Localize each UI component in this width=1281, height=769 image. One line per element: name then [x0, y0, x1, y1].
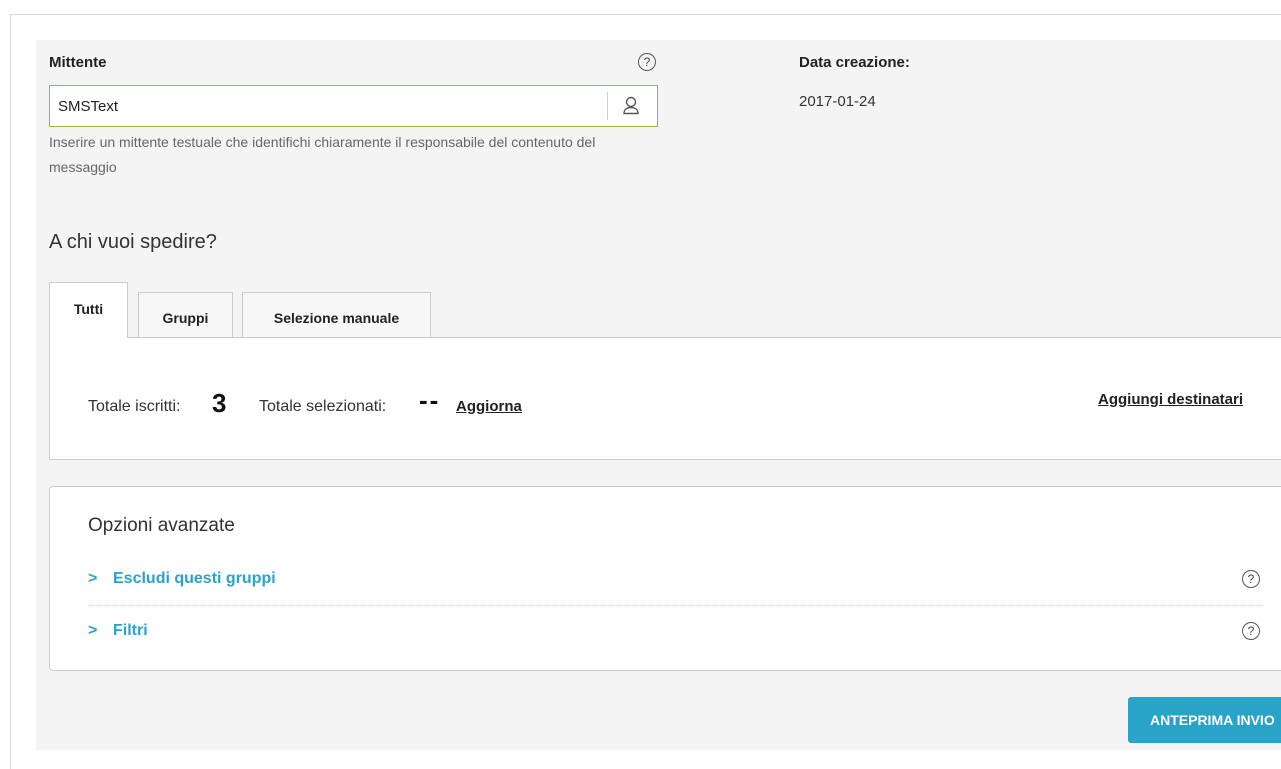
exclude-groups-help-icon[interactable]: ?: [1242, 570, 1260, 588]
tab-tutti-label: Tutti: [73, 301, 104, 317]
refresh-link[interactable]: Aggiorna: [456, 398, 522, 415]
sender-field: [49, 85, 658, 127]
filters-help-icon[interactable]: ?: [1242, 622, 1260, 640]
advanced-exclude-groups[interactable]: > Escludi questi gruppi ?: [88, 561, 1263, 601]
user-icon: [623, 96, 639, 115]
total-subscribed-value: 3: [212, 388, 227, 418]
sender-lookup-button[interactable]: [616, 94, 646, 118]
sender-input[interactable]: [50, 86, 607, 126]
advanced-divider: [88, 605, 1263, 606]
total-selected-label: Totale selezionati:: [259, 398, 387, 415]
creation-date-label: Data creazione:: [799, 54, 910, 71]
total-subscribed-label: Totale iscritti:: [88, 398, 181, 415]
advanced-options-title: Opzioni avanzate: [88, 515, 235, 536]
tab-tutti[interactable]: Tutti: [49, 282, 128, 338]
add-recipients-link[interactable]: Aggiungi destinatari: [1098, 391, 1243, 408]
recipients-title: A chi vuoi spedire?: [49, 231, 217, 253]
tab-selezione-manuale[interactable]: Selezione manuale: [242, 292, 431, 338]
tab-gruppi[interactable]: Gruppi: [138, 292, 233, 338]
tab-panel-tutti: Totale iscritti: 3 Totale selezionati: -…: [49, 337, 1281, 460]
advanced-filters[interactable]: > Filtri ?: [88, 613, 1263, 653]
sender-label: Mittente: [49, 54, 107, 71]
sender-help-icon[interactable]: ?: [638, 53, 656, 71]
sender-hint: Inserire un mittente testuale che identi…: [49, 134, 596, 175]
input-divider: [607, 92, 608, 120]
preview-send-button[interactable]: ANTEPRIMA INVIO: [1128, 697, 1281, 743]
total-selected-value: --: [419, 385, 441, 415]
advanced-options-card: Opzioni avanzate > Escludi questi gruppi…: [49, 486, 1281, 671]
creation-date-value: 2017-01-24: [799, 93, 876, 110]
tab-gruppi-label: Gruppi: [162, 310, 209, 326]
tab-selezione-manuale-label: Selezione manuale: [273, 310, 400, 326]
chevron-right-icon: >: [88, 622, 98, 639]
chevron-right-icon: >: [88, 570, 98, 587]
exclude-groups-label: Escludi questi gruppi: [113, 570, 276, 587]
filters-label: Filtri: [113, 622, 148, 639]
